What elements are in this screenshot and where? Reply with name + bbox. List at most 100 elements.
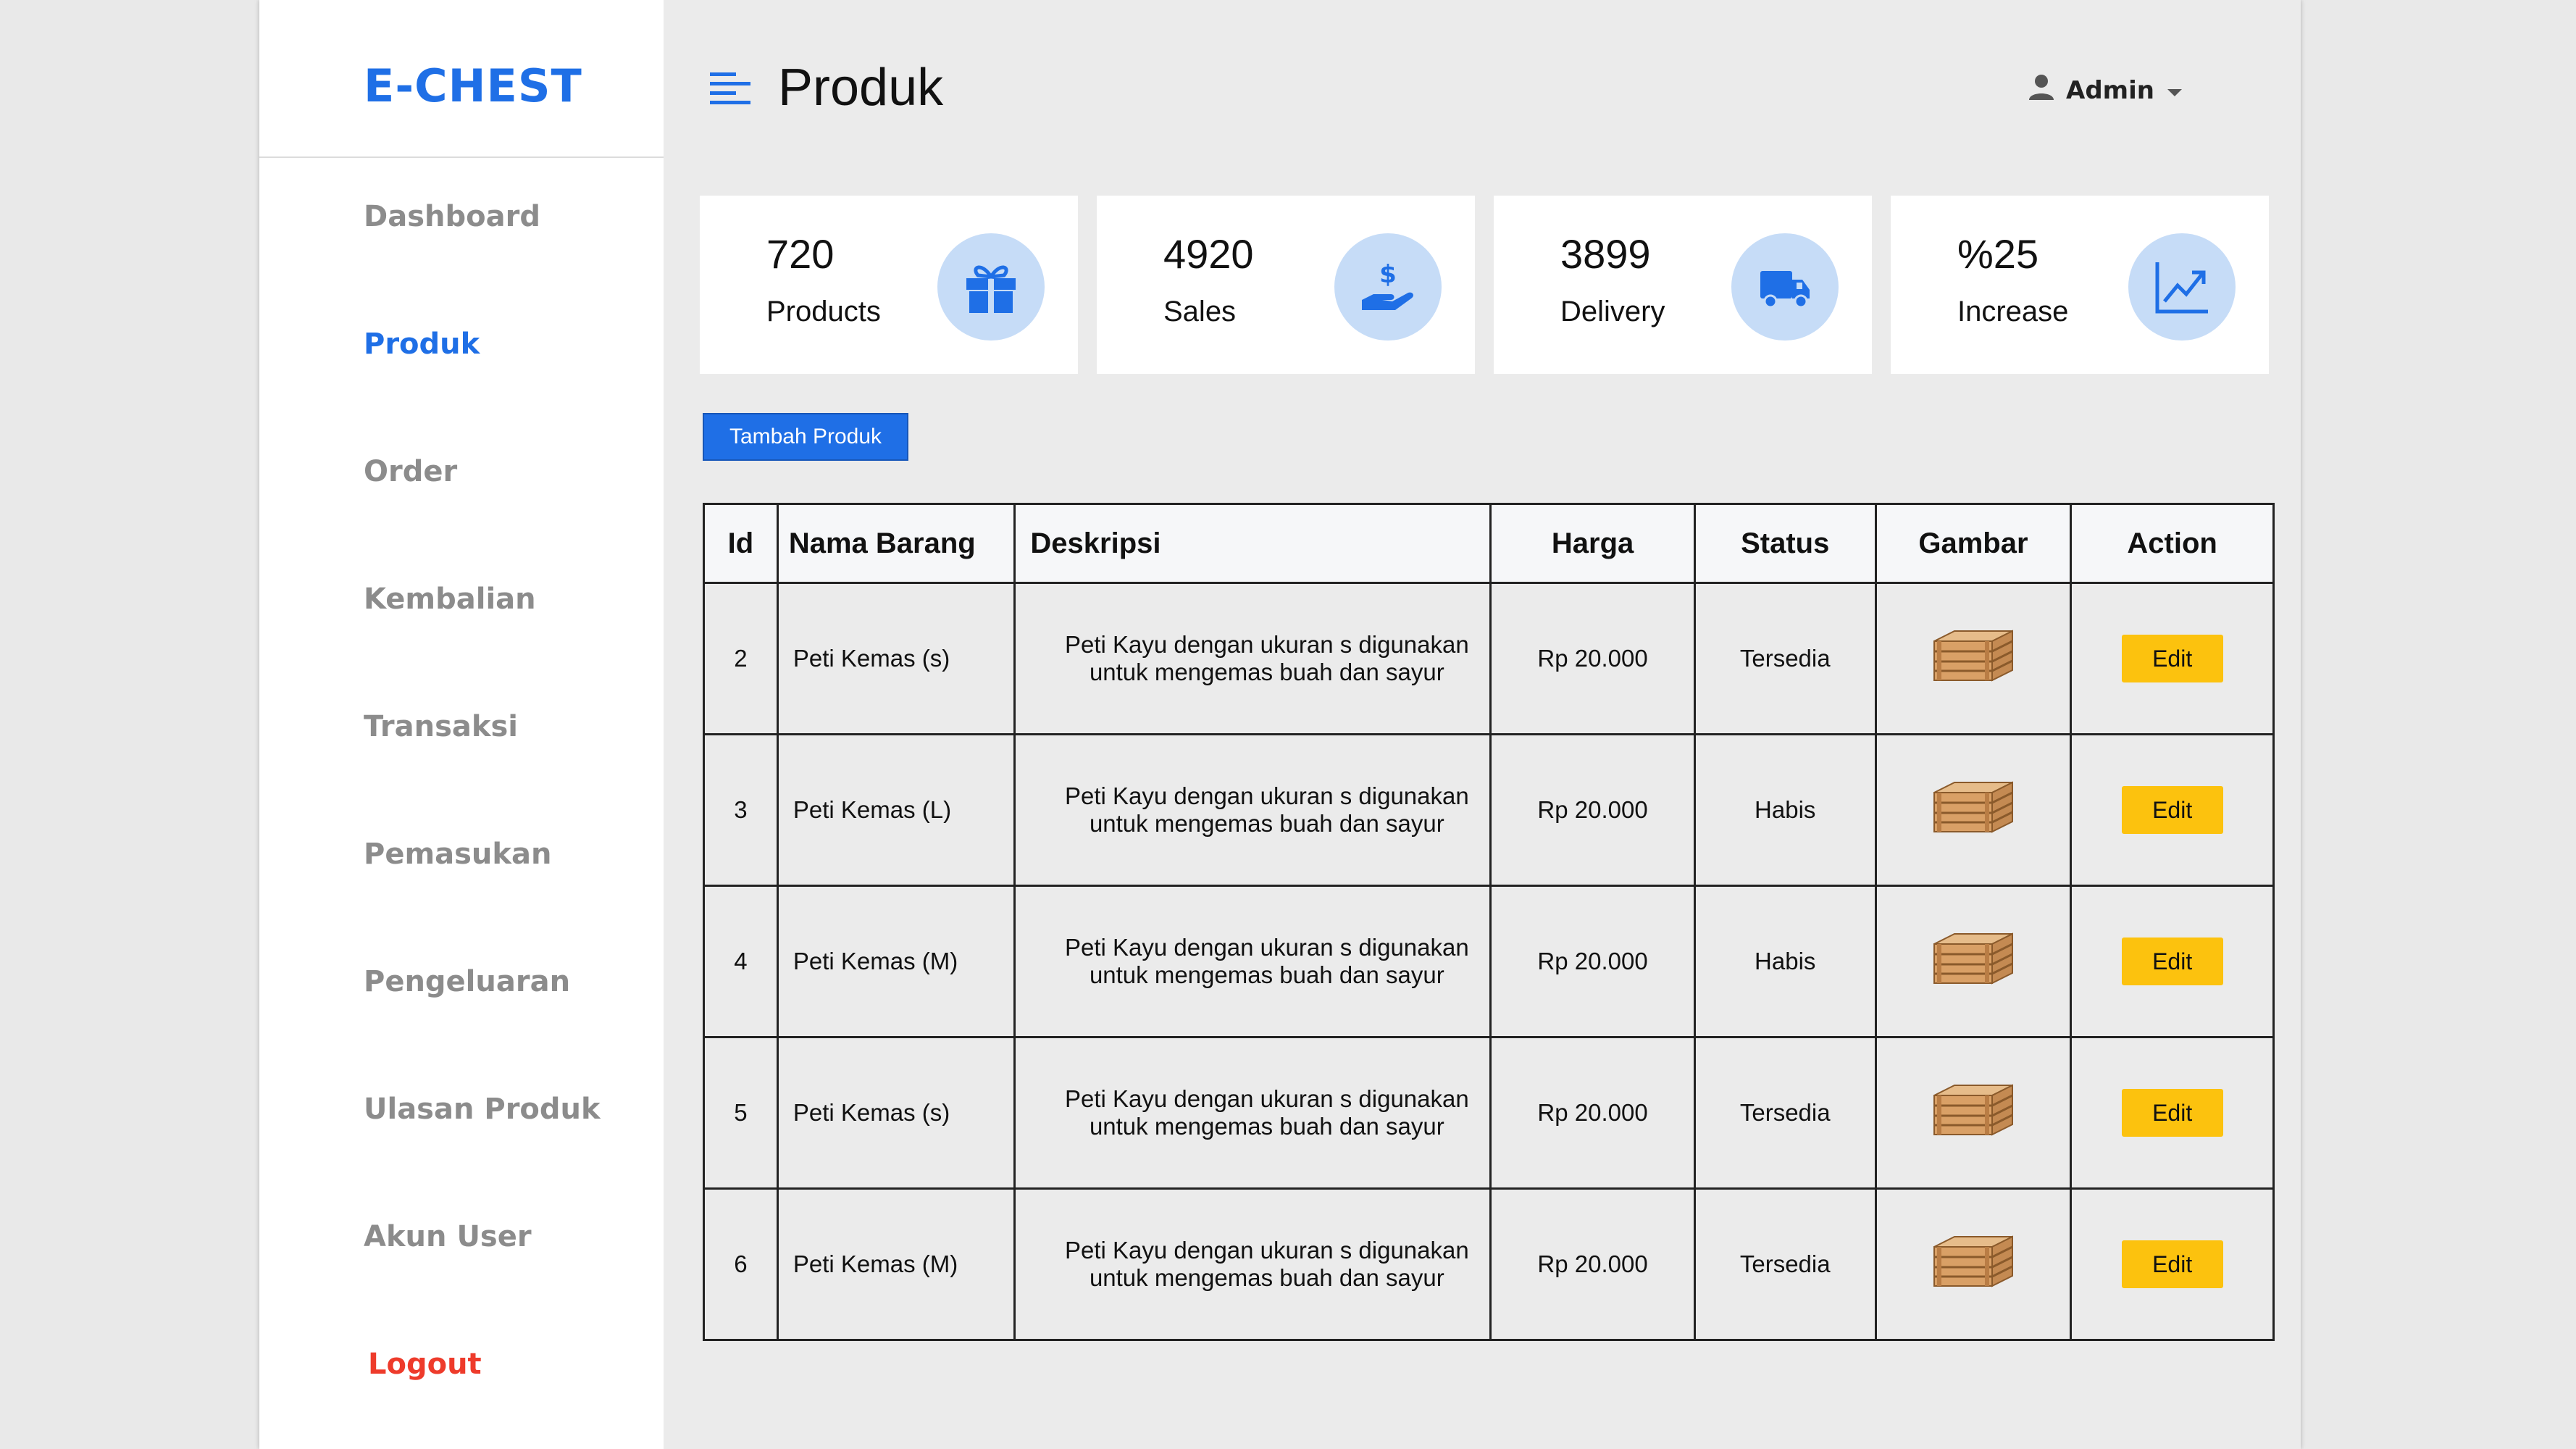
sidebar-item-dashboard[interactable]: Dashboard xyxy=(364,200,540,233)
cell-id: 2 xyxy=(703,582,779,735)
stat-label: Increase xyxy=(1957,296,2069,327)
user-menu[interactable]: Admin xyxy=(2027,72,2182,108)
stat-label: Products xyxy=(766,296,881,327)
cell-gambar xyxy=(1874,582,2073,735)
table-row: 5 Peti Kemas (s) Peti Kayu dengan ukuran… xyxy=(703,1036,2275,1190)
products-table: Id Nama Barang Deskripsi Harga Status Ga… xyxy=(703,503,2275,1341)
sidebar-item-ulasan-produk[interactable]: Ulasan Produk xyxy=(364,1093,601,1126)
stat-value: %25 xyxy=(1957,231,2039,277)
sidebar-item-produk[interactable]: Produk xyxy=(364,327,480,361)
menu-toggle-icon[interactable] xyxy=(710,72,750,106)
cell-action: Edit xyxy=(2070,582,2275,735)
logout-link[interactable]: Logout xyxy=(368,1348,482,1381)
description-line-2: untuk mengemas buah dan sayur xyxy=(1089,961,1444,988)
table-row: 4 Peti Kemas (M) Peti Kayu dengan ukuran… xyxy=(703,885,2275,1038)
column-header-id[interactable]: Id xyxy=(703,503,779,584)
gift-icon xyxy=(937,233,1045,341)
cell-action: Edit xyxy=(2070,1187,2275,1341)
table-row: 2 Peti Kemas (s) Peti Kayu dengan ukuran… xyxy=(703,582,2275,735)
cell-deskripsi: Peti Kayu dengan ukuran s digunakan untu… xyxy=(1013,1187,1492,1341)
cell-status: Tersedia xyxy=(1693,1187,1877,1341)
cell-nama-barang: Peti Kemas (M) xyxy=(776,1187,1016,1341)
description-line-2: untuk mengemas buah dan sayur xyxy=(1089,1113,1444,1140)
stat-card-sales: 4920 Sales $ xyxy=(1097,196,1475,374)
sidebar-item-order[interactable]: Order xyxy=(364,455,457,488)
trend-up-icon xyxy=(2128,233,2236,341)
cell-harga: Rp 20.000 xyxy=(1489,885,1696,1038)
column-header-harga[interactable]: Harga xyxy=(1489,503,1696,584)
wooden-crate-image xyxy=(1930,630,2017,691)
description-line-1: Peti Kayu dengan ukuran s digunakan xyxy=(1064,934,1469,961)
edit-button[interactable]: Edit xyxy=(2121,1240,2223,1288)
stat-card-delivery: 3899 Delivery xyxy=(1494,196,1872,374)
column-header-action[interactable]: Action xyxy=(2070,503,2275,584)
sidebar-item-transaksi[interactable]: Transaksi xyxy=(364,710,518,743)
cell-nama-barang: Peti Kemas (L) xyxy=(776,733,1016,887)
cell-action: Edit xyxy=(2070,733,2275,887)
description-line-2: untuk mengemas buah dan sayur xyxy=(1089,1264,1444,1291)
wooden-crate-image xyxy=(1930,1084,2017,1145)
description-line-2: untuk mengemas buah dan sayur xyxy=(1089,810,1444,837)
cell-harga: Rp 20.000 xyxy=(1489,733,1696,887)
stat-value: 720 xyxy=(766,231,835,277)
description-line-1: Peti Kayu dengan ukuran s digunakan xyxy=(1064,782,1469,809)
column-header-deskripsi[interactable]: Deskripsi xyxy=(1013,503,1492,584)
brand-header: E-CHEST xyxy=(259,0,664,158)
cell-harga: Rp 20.000 xyxy=(1489,1036,1696,1190)
edit-button[interactable]: Edit xyxy=(2121,635,2223,682)
add-product-button[interactable]: Tambah Produk xyxy=(703,413,908,461)
cell-action: Edit xyxy=(2070,885,2275,1038)
cell-harga: Rp 20.000 xyxy=(1489,1187,1696,1341)
sidebar: E-CHEST Dashboard Produk Order Kembalian… xyxy=(259,0,664,1449)
description-line-1: Peti Kayu dengan ukuran s digunakan xyxy=(1064,1085,1469,1112)
cell-gambar xyxy=(1874,733,2073,887)
truck-icon xyxy=(1731,233,1839,341)
wooden-crate-image xyxy=(1930,1235,2017,1297)
cell-gambar xyxy=(1874,1187,2073,1341)
table-row: 3 Peti Kemas (L) Peti Kayu dengan ukuran… xyxy=(703,733,2275,887)
edit-button[interactable]: Edit xyxy=(2121,786,2223,834)
stat-card-increase: %25 Increase xyxy=(1891,196,2269,374)
stat-card-products: 720 Products xyxy=(700,196,1078,374)
cell-id: 6 xyxy=(703,1187,779,1341)
user-icon xyxy=(2027,72,2056,108)
cell-id: 3 xyxy=(703,733,779,887)
cell-action: Edit xyxy=(2070,1036,2275,1190)
sidebar-item-pengeluaran[interactable]: Pengeluaran xyxy=(364,965,570,998)
page-title: Produk xyxy=(778,59,944,117)
description-line-2: untuk mengemas buah dan sayur xyxy=(1089,659,1444,685)
sidebar-item-kembalian[interactable]: Kembalian xyxy=(364,582,536,616)
description-line-1: Peti Kayu dengan ukuran s digunakan xyxy=(1064,1237,1469,1264)
chevron-down-icon xyxy=(2167,88,2182,96)
table-row: 6 Peti Kemas (M) Peti Kayu dengan ukuran… xyxy=(703,1187,2275,1341)
cell-id: 5 xyxy=(703,1036,779,1190)
svg-text:$: $ xyxy=(1379,260,1397,289)
sidebar-item-pemasukan[interactable]: Pemasukan xyxy=(364,838,551,871)
edit-button[interactable]: Edit xyxy=(2121,1089,2223,1137)
stat-label: Sales xyxy=(1163,296,1237,327)
user-name: Admin xyxy=(2066,75,2154,105)
table-header-row: Id Nama Barang Deskripsi Harga Status Ga… xyxy=(703,503,2275,584)
brand-logo[interactable]: E-CHEST xyxy=(364,59,582,112)
cell-deskripsi: Peti Kayu dengan ukuran s digunakan untu… xyxy=(1013,1036,1492,1190)
hand-dollar-icon: $ xyxy=(1334,233,1442,341)
app-window: E-CHEST Dashboard Produk Order Kembalian… xyxy=(259,0,2301,1449)
cell-nama-barang: Peti Kemas (s) xyxy=(776,582,1016,735)
stat-value: 3899 xyxy=(1560,231,1651,277)
cell-status: Habis xyxy=(1693,885,1877,1038)
stat-value: 4920 xyxy=(1163,231,1254,277)
cell-gambar xyxy=(1874,885,2073,1038)
wooden-crate-image xyxy=(1930,781,2017,843)
stat-label: Delivery xyxy=(1560,296,1665,327)
column-header-nama-barang[interactable]: Nama Barang xyxy=(776,503,1016,584)
cell-status: Habis xyxy=(1693,733,1877,887)
wooden-crate-image xyxy=(1930,932,2017,994)
sidebar-item-akun-user[interactable]: Akun User xyxy=(364,1220,532,1253)
cell-nama-barang: Peti Kemas (s) xyxy=(776,1036,1016,1190)
edit-button[interactable]: Edit xyxy=(2121,938,2223,985)
column-header-gambar[interactable]: Gambar xyxy=(1874,503,2073,584)
cell-deskripsi: Peti Kayu dengan ukuran s digunakan untu… xyxy=(1013,885,1492,1038)
cell-status: Tersedia xyxy=(1693,582,1877,735)
column-header-status[interactable]: Status xyxy=(1693,503,1877,584)
cell-id: 4 xyxy=(703,885,779,1038)
